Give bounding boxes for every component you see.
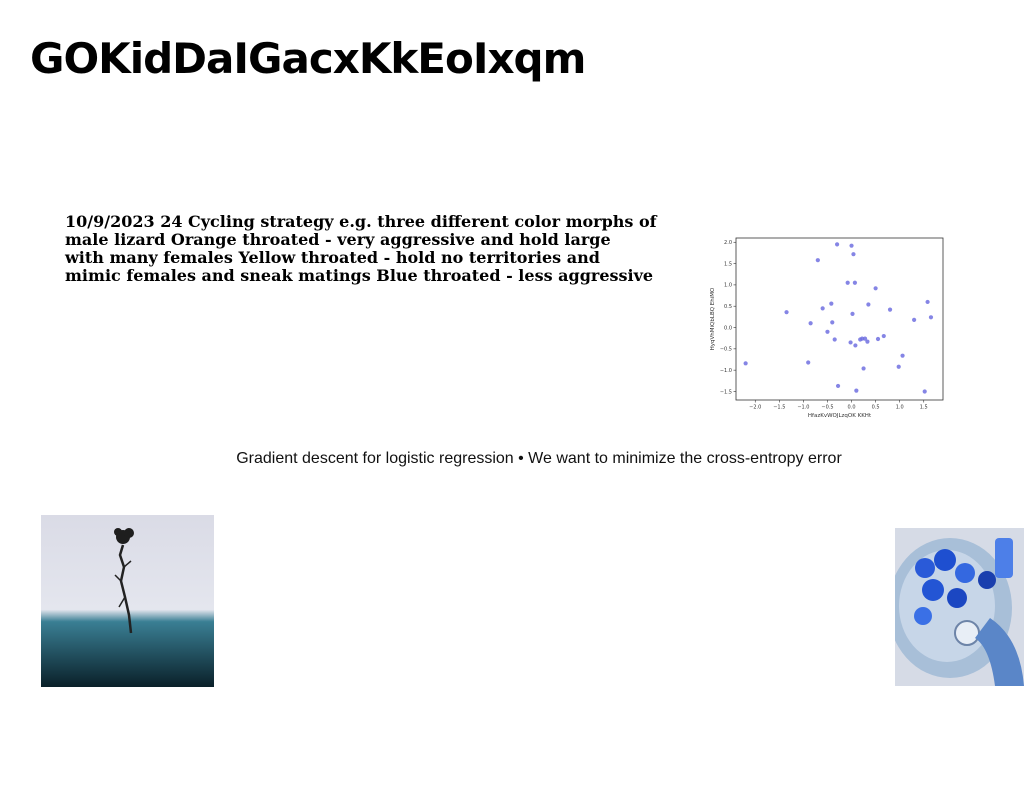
scatter-chart: −2.0 −1.5 −1.0 −0.5 0.0 0.5 1.0 1.5 −1.5 −1.0 −0.… [700,230,950,422]
flowers-photo [895,528,1024,686]
chart-plot-area [735,237,944,401]
scatter-point [896,364,901,369]
page-title: GOKidDaIGacxKkEoIxqm [30,34,586,83]
x-tick-label: 1.0 [896,405,904,411]
body-line: with many females Yellow throated - hold… [65,248,600,267]
y-ticks: −1.5 −1.0 −0.5 0.0 0.5 1.0 1.5 2.0 [720,240,736,395]
scatter-point [887,307,893,312]
scatter-point [866,302,871,307]
scatter-point [845,280,850,285]
y-tick-label: −1.5 [720,389,732,395]
scatter-point [808,321,813,326]
body-line: 10/9/2023 24 Cycling strategy e.g. three… [65,212,657,231]
x-tick-label: −2.0 [749,405,761,411]
scatter-point [851,252,856,257]
y-tick-label: −0.5 [720,347,732,353]
scatter-point [834,242,840,247]
scatter-point [832,337,837,342]
scatter-point [743,361,748,366]
y-tick-label: 0.0 [724,325,732,331]
scatter-point [854,388,859,393]
scatter-point [875,336,881,342]
body-text: 10/9/2023 24 Cycling strategy e.g. three… [65,213,675,285]
x-axis-label: HfazKvWOJLzqOK KKHt [808,413,872,419]
x-tick-label: 0.5 [872,405,880,411]
scatter-point [815,258,820,263]
scatter-point [853,343,858,348]
x-tick-label: −0.5 [821,405,833,411]
scatter-point [865,339,870,344]
scatter-point [830,320,835,325]
scatter-point [925,299,930,305]
scatter-point [900,353,905,358]
scatter-point [852,280,858,285]
scatter-point [922,389,927,394]
x-ticks: −2.0 −1.5 −1.0 −0.5 0.0 0.5 1.0 1.5 [749,400,928,411]
scatter-point [850,311,855,316]
tree-photo [41,515,214,687]
scatter-point [881,333,886,339]
y-tick-label: 1.0 [724,283,732,289]
scatter-point [835,383,841,389]
scatter-point [873,286,878,291]
y-axis-label: HyqVhMiQbLBQ EhiMO [710,287,716,350]
x-tick-label: −1.0 [797,405,809,411]
scatter-chart-svg: −2.0 −1.5 −1.0 −0.5 0.0 0.5 1.0 1.5 −1.5 −1.0 −0.… [710,237,944,419]
x-tick-label: 1.5 [920,405,928,411]
body-line: mimic females and sneak matings Blue thr… [65,266,654,285]
caption: Gradient descent for logistic regression… [236,450,842,467]
y-tick-label: −1.0 [720,368,732,374]
y-tick-label: 1.5 [724,261,732,267]
scatter-point [825,329,830,334]
x-tick-label: 0.0 [848,405,856,411]
scatter-point [861,366,866,371]
scatter-point [912,317,917,322]
body-line: male lizard Orange throated - very aggre… [65,230,611,249]
scatter-point [848,340,853,345]
scatter-point [806,360,811,365]
scatter-point [829,301,834,306]
x-tick-label: −1.5 [773,405,785,411]
y-tick-label: 0.5 [724,304,732,310]
scatter-point [784,310,789,315]
scatter-point [820,306,825,311]
y-tick-label: 2.0 [724,240,732,246]
scatter-point [849,243,854,248]
scatter-point [928,315,934,320]
